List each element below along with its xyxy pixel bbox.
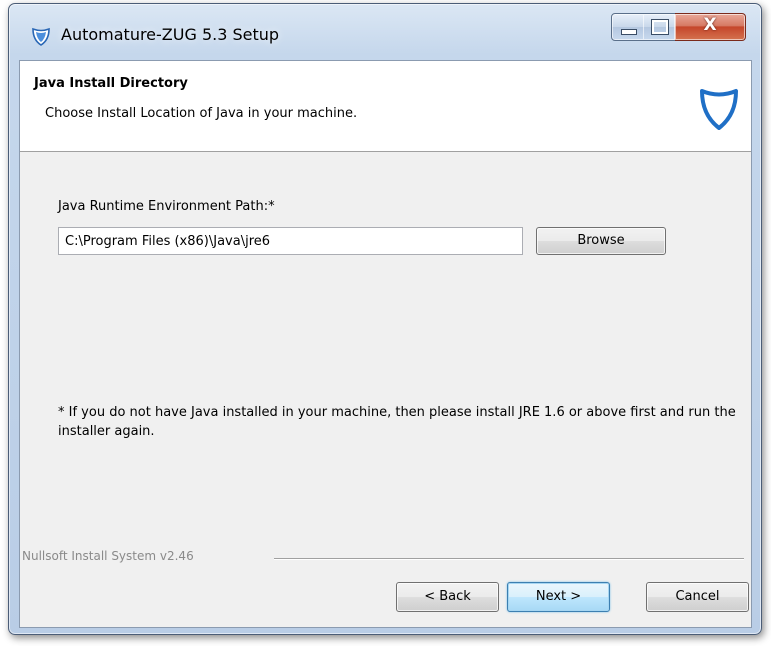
maximize-button[interactable]	[643, 13, 676, 41]
browse-button[interactable]: Browse	[536, 227, 666, 255]
page-subtitle: Choose Install Location of Java in your …	[45, 106, 358, 121]
jre-path-label: Java Runtime Environment Path:*	[58, 199, 275, 214]
maximize-icon	[651, 19, 669, 35]
page-title: Java Install Directory	[34, 76, 188, 91]
next-button[interactable]: Next >	[507, 582, 610, 612]
back-button[interactable]: < Back	[396, 582, 499, 612]
nsis-branding: Nullsoft Install System v2.46	[22, 549, 194, 563]
app-shield-icon	[32, 27, 50, 46]
dialog-body: Java Install Directory Choose Install Lo…	[19, 60, 752, 628]
minimize-icon	[621, 29, 637, 35]
java-note: * If you do not have Java installed in y…	[58, 405, 736, 439]
window-title: Automature-ZUG 5.3 Setup	[61, 25, 280, 44]
minimize-button[interactable]	[611, 13, 645, 41]
branding-divider	[274, 558, 744, 560]
setup-window: Automature-ZUG 5.3 Setup X Java Install …	[8, 3, 762, 635]
page-header: Java Install Directory Choose Install Lo…	[20, 61, 751, 152]
close-icon: X	[703, 15, 717, 35]
close-button[interactable]: X	[675, 13, 746, 41]
title-bar[interactable]: Automature-ZUG 5.3 Setup X	[9, 4, 761, 60]
shield-logo-icon	[700, 89, 738, 130]
jre-path-input[interactable]	[58, 227, 523, 255]
cancel-button[interactable]: Cancel	[646, 582, 749, 612]
